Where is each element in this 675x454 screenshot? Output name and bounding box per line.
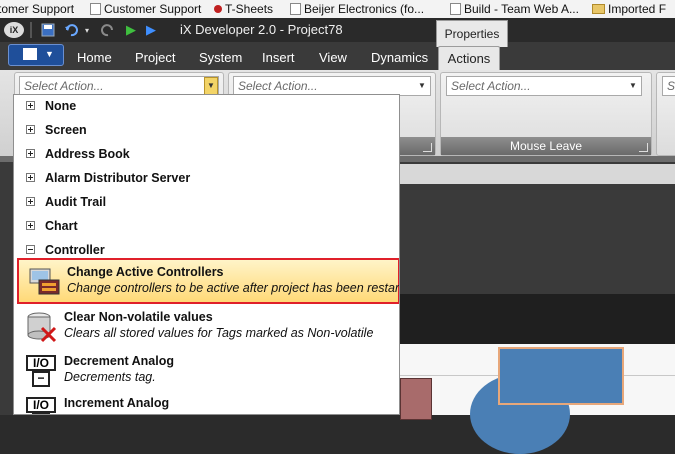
bookmark-item[interactable]: Beijer Electronics (fo... — [290, 2, 424, 16]
tab-system[interactable]: System — [199, 50, 242, 65]
bookmark-item[interactable]: tomer Support — [0, 2, 74, 16]
item-description: Change controllers to be active after pr… — [67, 281, 400, 295]
database-clear-icon — [26, 311, 58, 343]
bookmark-label: Beijer Electronics (fo... — [304, 2, 425, 16]
expand-icon[interactable] — [26, 101, 35, 110]
screen-header — [400, 294, 675, 344]
simulate-icon[interactable]: ▶ — [144, 22, 158, 38]
page-icon — [90, 3, 101, 15]
bookmark-label: tomer Support — [0, 2, 75, 16]
contextual-group-properties: Properties — [436, 20, 508, 47]
action-item-decrement-analog[interactable]: I/O − Decrement Analog Decrements tag. — [16, 349, 397, 395]
save-icon[interactable] — [40, 22, 56, 38]
action-item-change-active-controllers[interactable]: Change Active Controllers Change control… — [17, 258, 400, 304]
item-description: Clears all stored values for Tags marked… — [64, 326, 374, 340]
screen-canvas[interactable] — [400, 344, 675, 454]
select-action-combo[interactable]: Select Action... ▼ — [19, 76, 219, 97]
bookmark-item[interactable]: Imported F — [592, 2, 666, 16]
undo-dropdown-icon[interactable]: ▾ — [82, 22, 92, 38]
category-label: Alarm Distributor Server — [45, 171, 191, 185]
window-title: iX Developer 2.0 - Project78 — [180, 22, 343, 37]
collapse-icon[interactable] — [26, 245, 35, 254]
category-label: Screen — [45, 123, 87, 137]
tab-project[interactable]: Project — [135, 50, 175, 65]
page-icon — [290, 3, 301, 15]
category-audit-trail[interactable]: Audit Trail — [14, 191, 399, 215]
separator — [30, 22, 32, 38]
page-icon — [450, 3, 461, 15]
document-icon — [23, 48, 37, 60]
item-description: Decrements tag. — [64, 370, 156, 384]
item-title: Decrement Analog — [64, 354, 174, 368]
group-caption: Mouse Leave — [441, 137, 651, 155]
chevron-down-icon[interactable]: ▼ — [627, 78, 639, 94]
io-decrement-icon: I/O − — [26, 355, 58, 387]
tab-home[interactable]: Home — [77, 50, 112, 65]
run-icon[interactable]: ▶ — [124, 22, 138, 38]
tab-view[interactable]: View — [319, 50, 347, 65]
bookmark-label: Build - Team Web A... — [464, 2, 579, 16]
action-item-clear-non-volatile-values[interactable]: Clear Non-volatile values Clears all sto… — [16, 305, 397, 351]
select-action-combo[interactable]: S — [662, 76, 675, 96]
undo-icon[interactable] — [63, 22, 79, 38]
combo-placeholder: S — [667, 79, 675, 93]
chevron-down-icon[interactable]: ▼ — [416, 78, 428, 94]
category-label: Chart — [45, 219, 78, 233]
expand-icon[interactable] — [26, 173, 35, 182]
item-title: Clear Non-volatile values — [64, 310, 213, 324]
select-action-combo[interactable]: Select Action... ▼ — [446, 76, 642, 96]
folder-icon — [592, 4, 605, 14]
category-address-book[interactable]: Address Book — [14, 143, 399, 167]
chevron-down-icon: ▼ — [45, 49, 54, 59]
rectangle-shape[interactable] — [498, 347, 624, 405]
dialog-launcher-icon[interactable] — [639, 143, 648, 152]
bookmark-label: Imported F — [608, 2, 667, 16]
bookmark-item[interactable]: Build - Team Web A... — [450, 2, 579, 16]
action-group: S — [656, 72, 675, 156]
title-bar: iX ▾ ▶ ▶ iX Developer 2.0 - Project78 — [0, 18, 675, 42]
category-none[interactable]: None — [14, 95, 399, 119]
bookmark-item[interactable]: Customer Support — [90, 2, 201, 16]
document-tab-strip — [400, 164, 675, 184]
action-dropdown-list[interactable]: None Screen Address Book Alarm Distribut… — [13, 94, 400, 415]
expand-icon[interactable] — [26, 149, 35, 158]
controllers-icon — [29, 266, 61, 298]
bookmark-label: T-Sheets — [225, 2, 274, 16]
category-label: Controller — [45, 243, 105, 257]
category-screen[interactable]: Screen — [14, 119, 399, 143]
category-alarm-distributor-server[interactable]: Alarm Distributor Server — [14, 167, 399, 191]
io-increment-icon: I/O + — [26, 397, 58, 414]
object-shape[interactable] — [400, 378, 432, 420]
expand-icon[interactable] — [26, 221, 35, 230]
bookmark-item[interactable]: T-Sheets — [214, 2, 273, 16]
action-group-mouse-leave: Select Action... ▼ Mouse Leave — [440, 72, 652, 156]
tab-insert[interactable]: Insert — [262, 50, 295, 65]
app-menu-icon[interactable]: iX — [4, 22, 24, 38]
action-item-increment-analog[interactable]: I/O + Increment Analog — [16, 391, 397, 414]
category-chart[interactable]: Chart — [14, 215, 399, 239]
file-menu-button[interactable]: ▼ — [8, 44, 64, 66]
expand-icon[interactable] — [26, 125, 35, 134]
expand-icon[interactable] — [26, 197, 35, 206]
category-label: None — [45, 99, 77, 113]
combo-placeholder: Select Action... — [451, 79, 531, 93]
dialog-launcher-icon[interactable] — [423, 143, 432, 152]
category-label: Address Book — [45, 147, 130, 161]
combo-placeholder: Select Action... — [24, 79, 104, 93]
ribbon-tabs: ▼ Home Project System Insert View Dynami… — [0, 20, 675, 71]
select-action-combo[interactable]: Select Action... ▼ — [233, 76, 431, 96]
item-title: Change Active Controllers — [67, 265, 224, 279]
combo-placeholder: Select Action... — [238, 79, 318, 93]
tab-dynamics[interactable]: Dynamics — [371, 50, 428, 65]
redo-icon[interactable] — [100, 22, 116, 38]
item-title: Increment Analog — [64, 396, 170, 410]
tab-actions[interactable]: Actions — [438, 46, 500, 71]
bookmark-label: Customer Support — [104, 2, 202, 16]
tsheets-icon — [214, 5, 222, 13]
category-label: Audit Trail — [45, 195, 107, 209]
bookmarks-bar: tomer Support Customer Support T-Sheets … — [0, 0, 675, 19]
